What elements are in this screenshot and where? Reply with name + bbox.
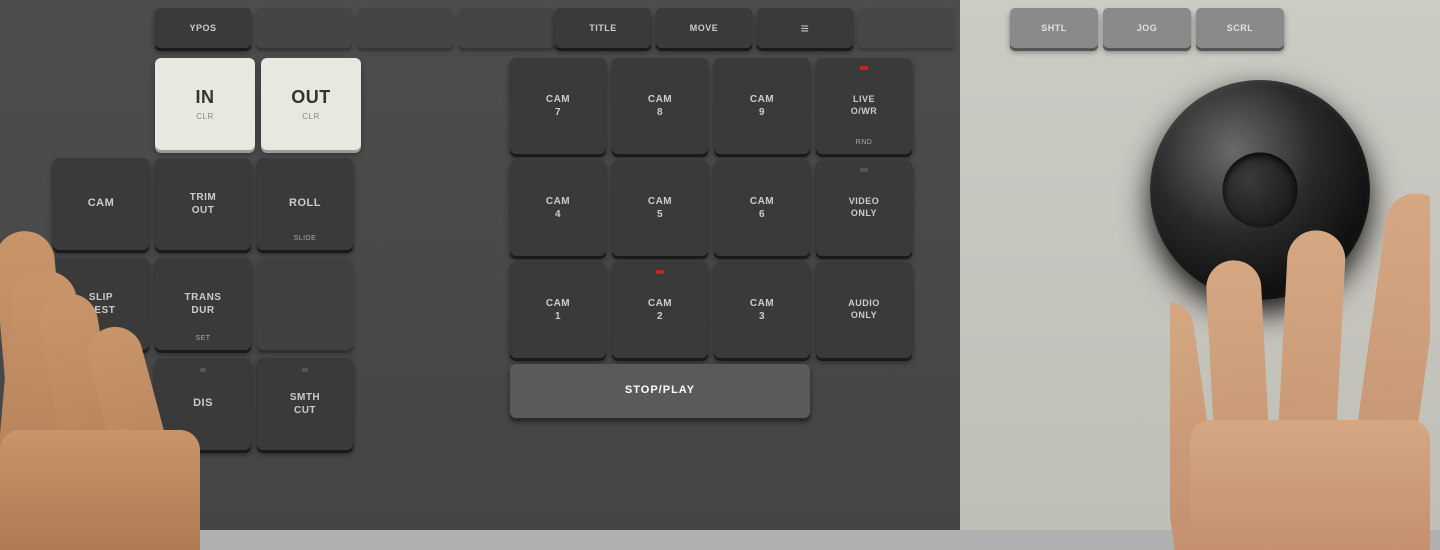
menu-key[interactable]: ≡ <box>757 8 853 48</box>
keyboard-layout: YPOS TITLE MOVE ≡ SHTL JOG SCRL IN <box>0 0 1440 530</box>
video-only-key[interactable]: VIDEOONLY <box>816 160 912 256</box>
cut-out-key <box>257 258 353 350</box>
dis-key[interactable]: DIS <box>155 358 251 450</box>
cam-left-key[interactable]: CAM <box>53 158 149 250</box>
edit-row-2: CAM TRIMOUT ROLL SLIDE <box>53 158 353 250</box>
audio-only-key[interactable]: AUDIOONLY <box>816 262 912 358</box>
cam6-key[interactable]: CAM6 <box>714 160 810 256</box>
jog-wheel-area <box>1140 80 1380 340</box>
live-red-dot <box>860 66 868 70</box>
cam2-key[interactable]: CAM2 <box>612 262 708 358</box>
cam-grid: CAM7 CAM8 CAM9 LIVEO/WR RND CAM4 CAM5 CA… <box>510 58 912 418</box>
move-key[interactable]: MOVE <box>656 8 752 48</box>
ypos-key[interactable]: YPOS <box>155 8 251 48</box>
cam9-key[interactable]: CAM9 <box>714 58 810 154</box>
jog-wheel[interactable] <box>1150 80 1370 300</box>
stop-play-key[interactable]: STOP/PLAY <box>510 364 810 418</box>
title-key[interactable]: TITLE <box>555 8 651 48</box>
live-owr-key[interactable]: LIVEO/WR RND <box>816 58 912 154</box>
jog-wheel-center <box>1223 153 1298 228</box>
video-dot <box>860 168 868 172</box>
blank-key-1 <box>256 8 352 48</box>
cam1-key[interactable]: CAM1 <box>510 262 606 358</box>
dis-dot <box>200 368 206 372</box>
jog-key[interactable]: JOG <box>1103 8 1191 48</box>
blank-key-2 <box>357 8 453 48</box>
cam4-key[interactable]: CAM4 <box>510 160 606 256</box>
cam5-key[interactable]: CAM5 <box>612 160 708 256</box>
cam8-key[interactable]: CAM8 <box>612 58 708 154</box>
roll-key[interactable]: ROLL SLIDE <box>257 158 353 250</box>
top-row-left: YPOS <box>155 8 554 48</box>
in-out-row: IN CLR OUT CLR <box>155 58 361 150</box>
shtl-key[interactable]: SHTL <box>1010 8 1098 48</box>
cam7-key[interactable]: CAM7 <box>510 58 606 154</box>
cam2-red-dot <box>656 270 664 274</box>
edit-row-4: DIS SMTHCUT <box>155 358 353 450</box>
scrl-key[interactable]: SCRL <box>1196 8 1284 48</box>
blank-key-3 <box>458 8 554 48</box>
blank-top-1 <box>858 8 954 48</box>
trans-dur-key[interactable]: TRANSDUR SET <box>155 258 251 350</box>
in-key[interactable]: IN CLR <box>155 58 255 150</box>
top-row-right: SHTL JOG SCRL <box>1010 8 1284 48</box>
smth-cut-key[interactable]: SMTHCUT <box>257 358 353 450</box>
edit-row-3: SLIPDEST TRANSDUR SET <box>53 258 353 350</box>
cam3-key[interactable]: CAM3 <box>714 262 810 358</box>
smth-dot <box>302 368 308 372</box>
slip-dest-key[interactable]: SLIPDEST <box>53 258 149 350</box>
top-row-center: TITLE MOVE ≡ <box>555 8 954 48</box>
empty-cell <box>816 364 912 418</box>
trim-out-key[interactable]: TRIMOUT <box>155 158 251 250</box>
out-key[interactable]: OUT CLR <box>261 58 361 150</box>
